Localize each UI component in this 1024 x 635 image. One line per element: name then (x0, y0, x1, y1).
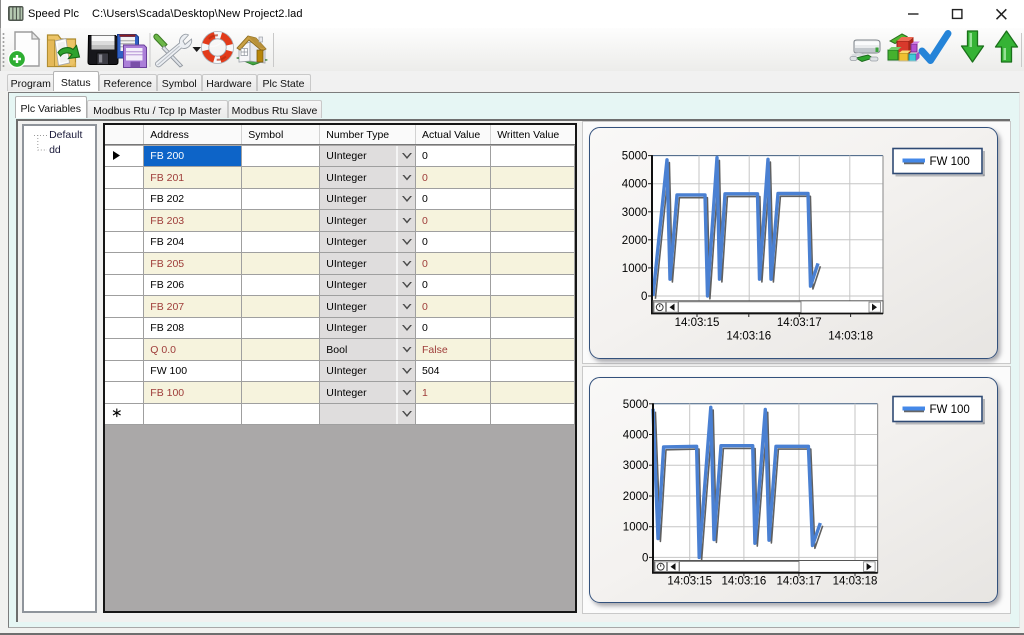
svg-text:2000: 2000 (622, 234, 648, 246)
svg-text:0: 0 (642, 552, 648, 564)
svg-text:14:03:18: 14:03:18 (828, 330, 873, 342)
svg-text:14:03:18: 14:03:18 (832, 575, 877, 587)
svg-text:1000: 1000 (623, 521, 649, 533)
svg-text:5000: 5000 (623, 398, 649, 410)
svg-text:1000: 1000 (622, 262, 648, 274)
svg-text:14:03:16: 14:03:16 (721, 575, 766, 587)
svg-text:0: 0 (641, 291, 647, 303)
svg-text:3000: 3000 (622, 206, 648, 218)
svg-text:14:03:17: 14:03:17 (777, 317, 822, 329)
svg-text:14:03:16: 14:03:16 (726, 330, 771, 342)
svg-text:FW 100: FW 100 (929, 155, 969, 167)
svg-text:4000: 4000 (623, 429, 649, 441)
svg-text:2000: 2000 (623, 491, 649, 503)
svg-text:3000: 3000 (623, 460, 649, 472)
svg-text:14:03:15: 14:03:15 (667, 575, 712, 587)
svg-text:5000: 5000 (622, 150, 648, 162)
svg-text:14:03:17: 14:03:17 (776, 575, 821, 587)
svg-text:4000: 4000 (622, 178, 648, 190)
svg-text:14:03:15: 14:03:15 (674, 317, 719, 329)
svg-text:FW 100: FW 100 (929, 403, 969, 415)
